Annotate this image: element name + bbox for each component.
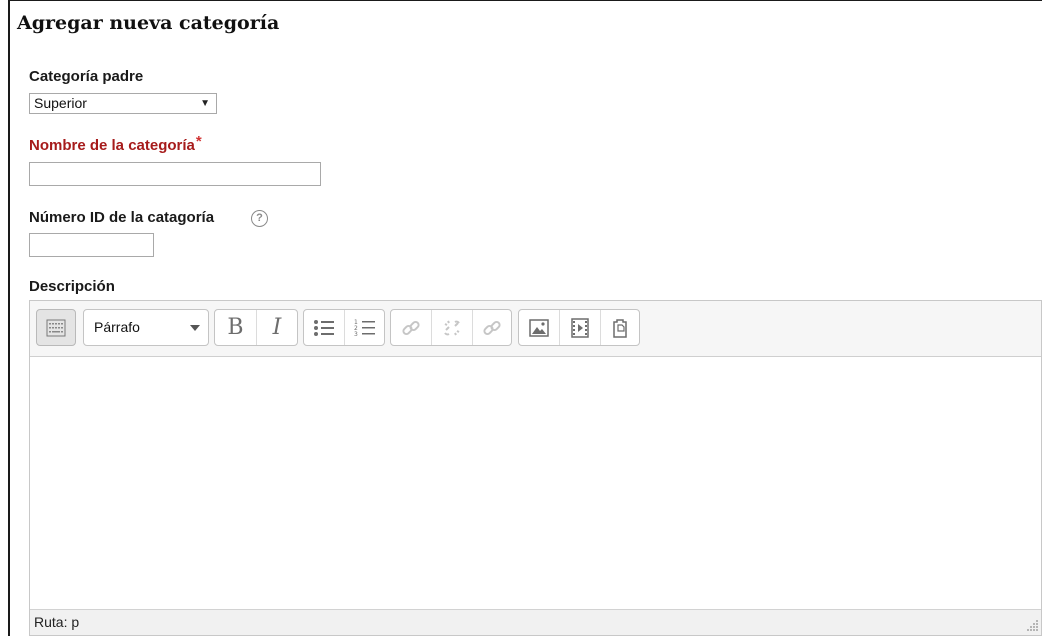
category-name-label: Nombre de la categoría* [29, 133, 202, 154]
unlink-button[interactable] [432, 310, 473, 345]
insert-image-button[interactable] [519, 310, 560, 345]
insert-group [518, 309, 640, 346]
help-icon[interactable]: ? [251, 210, 268, 227]
keyboard-toggle-button[interactable] [36, 309, 76, 346]
bullet-list-icon [314, 319, 334, 336]
unlink-icon [444, 320, 460, 335]
required-star-icon: * [195, 133, 202, 150]
link-group [390, 309, 512, 346]
ordered-list-button[interactable]: 123 [345, 310, 384, 345]
manage-files-button[interactable] [601, 310, 639, 345]
category-name-input[interactable] [29, 162, 321, 186]
manage-files-icon [613, 318, 627, 338]
anchor-link-icon [483, 320, 501, 335]
text-style-group: B I [214, 309, 298, 346]
category-name-label-text: Nombre de la categoría [29, 137, 195, 154]
media-icon [571, 317, 589, 338]
editor-toolbar: Párrafo B I 123 [30, 301, 1041, 357]
dropdown-arrow-icon: ▼ [200, 98, 210, 109]
numbered-list-icon: 123 [354, 319, 375, 338]
element-path: Ruta: p [34, 614, 80, 630]
italic-icon: I [272, 315, 282, 340]
description-editor: Párrafo B I 123 Ruta: p [29, 300, 1042, 636]
unordered-list-button[interactable] [304, 310, 345, 345]
description-text-area[interactable] [30, 357, 1041, 609]
editor-status-bar: Ruta: p [30, 609, 1041, 635]
idnumber-input[interactable] [29, 233, 154, 257]
page-title: Agregar nueva categoría [17, 12, 280, 34]
svg-text:3: 3 [354, 331, 358, 338]
bold-icon: B [227, 315, 244, 340]
description-label: Descripción [29, 278, 115, 295]
bold-button[interactable]: B [215, 310, 257, 345]
anchor-link-button[interactable] [473, 310, 511, 345]
idnumber-label: Número ID de la catagoría [29, 209, 215, 226]
parent-category-label: Categoría padre [29, 68, 144, 85]
image-icon [529, 318, 549, 337]
resize-grip-icon[interactable] [1025, 619, 1039, 633]
keyboard-toggle-icon [46, 319, 66, 336]
insert-media-button[interactable] [560, 310, 601, 345]
chevron-down-icon [190, 325, 200, 331]
link-button[interactable] [391, 310, 432, 345]
list-group: 123 [303, 309, 385, 346]
link-icon [402, 320, 420, 335]
paragraph-format-value: Párrafo [94, 319, 140, 335]
parent-category-select[interactable]: Superior ▼ [29, 93, 217, 114]
parent-category-value: Superior [34, 95, 87, 111]
italic-button[interactable]: I [257, 310, 297, 345]
paragraph-format-select[interactable]: Párrafo [83, 309, 209, 346]
